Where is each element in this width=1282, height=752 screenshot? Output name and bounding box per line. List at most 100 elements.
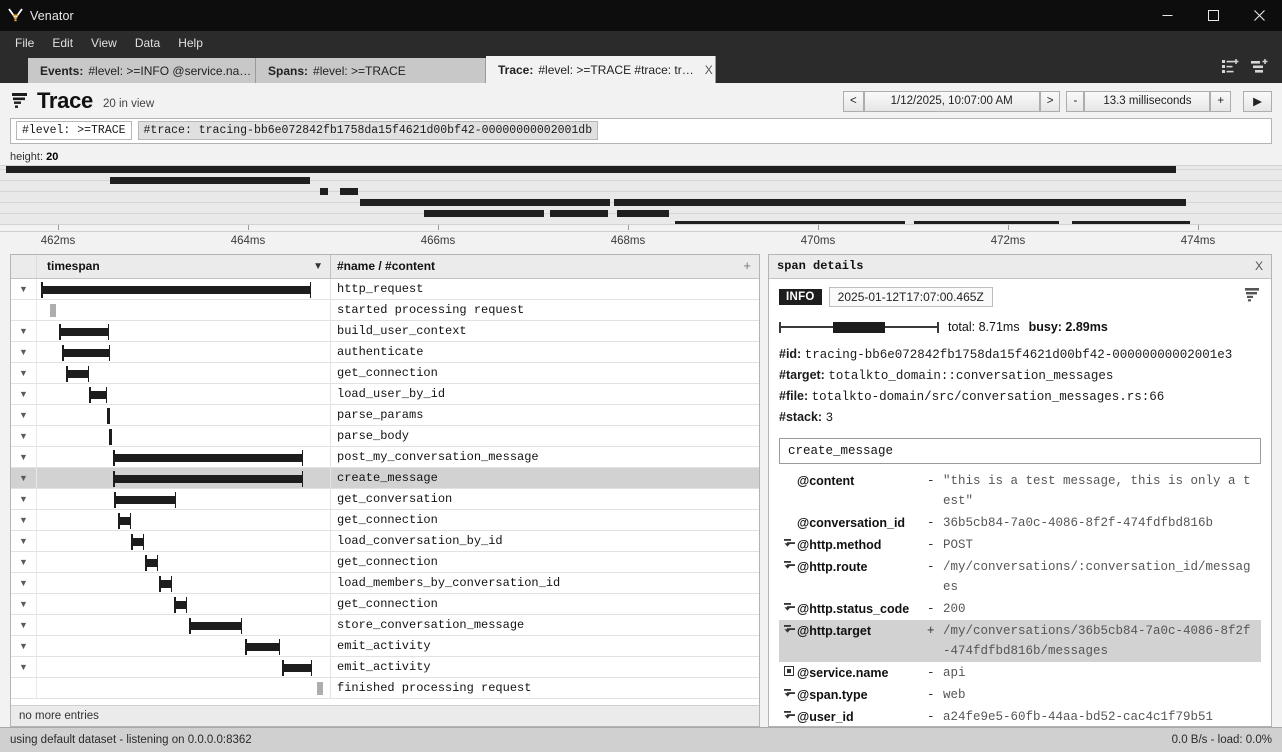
ruler-ticks <box>0 224 1282 232</box>
filter-bar[interactable]: #level: >=TRACE #trace: tracing-bb6e0728… <box>10 118 1272 144</box>
menu-edit[interactable]: Edit <box>43 33 82 53</box>
attribute-row[interactable]: @http.target + /my/conversations/36b5cb84-… <box>779 619 1261 662</box>
table-row[interactable]: ▼ get_conversation <box>11 488 759 510</box>
table-row[interactable]: ▼ load_conversation_by_id <box>11 530 759 552</box>
chevron-down-icon[interactable]: ▼ <box>11 551 37 572</box>
chevron-down-icon[interactable]: ▼ <box>11 425 37 446</box>
attribute-row[interactable]: @http.status_code -200 <box>779 598 1261 620</box>
filter-chip-level[interactable]: #level: >=TRACE <box>16 121 132 141</box>
sort-descending-icon[interactable]: ▼ <box>313 261 323 272</box>
tab-spans-prefix: Spans: <box>268 63 309 78</box>
table-row[interactable]: ▼ http_request <box>11 278 759 300</box>
chevron-down-icon[interactable]: ▼ <box>11 362 37 383</box>
zoom-in-button[interactable]: + <box>1210 90 1232 112</box>
attribute-row[interactable]: @user_id - a24fe9e5-60fb-44aa-bd52-cac4c1f… <box>779 706 1261 726</box>
chevron-down-icon[interactable]: ▼ <box>11 593 37 614</box>
add-column-icon[interactable]: + <box>743 258 751 273</box>
close-button[interactable] <box>1236 0 1282 31</box>
span-details-close-icon[interactable]: X <box>1255 259 1263 273</box>
new-spans-tab-icon[interactable] <box>1251 59 1268 80</box>
table-row[interactable]: ▼ build_user_context <box>11 320 759 342</box>
tab-trace-close-icon[interactable]: X <box>705 63 713 77</box>
attribute-row[interactable]: @content - "this is a test message, this i… <box>779 470 1261 512</box>
trace-icon[interactable] <box>1245 287 1261 308</box>
menu-file[interactable]: File <box>6 33 43 53</box>
chevron-down-icon[interactable]: ▼ <box>11 320 37 341</box>
attribute-key: @http.status_code <box>797 601 910 616</box>
table-row[interactable]: ▼ get_connection <box>11 362 759 384</box>
duration-zoom: - 13.3 milliseconds + <box>1066 90 1232 112</box>
span-details-body: INFO 2025-01-12T17:07:00.465Z total: 8.7… <box>769 279 1271 726</box>
prev-time-button[interactable]: < <box>842 90 864 112</box>
table-row[interactable]: ▼ authenticate <box>11 341 759 363</box>
tab-events[interactable]: Events: #level: >=INFO @service.na… <box>28 58 256 83</box>
chevron-down-icon[interactable]: ▼ <box>11 383 37 404</box>
chevron-down-icon[interactable]: ▼ <box>11 509 37 530</box>
status-bar: using default dataset - listening on 0.0… <box>0 727 1282 752</box>
play-button[interactable]: ▶ <box>1243 90 1272 112</box>
chevron-down-icon[interactable]: ▼ <box>11 488 37 509</box>
chevron-down-icon[interactable]: ▼ <box>11 278 37 299</box>
menu-data[interactable]: Data <box>126 33 169 53</box>
table-row[interactable]: ▼ post_my_conversation_message <box>11 446 759 468</box>
minimap-bar <box>340 187 358 195</box>
span-details-panel: span details X INFO 2025-01-12T17:07:00.… <box>768 253 1272 727</box>
timestamp-display[interactable]: 1/12/2025, 10:07:00 AM <box>863 90 1040 112</box>
chevron-down-icon[interactable]: ▼ <box>11 635 37 656</box>
maximize-button[interactable] <box>1190 0 1236 31</box>
attribute-row[interactable]: @service.name - api <box>779 662 1261 684</box>
table-row[interactable]: ▼ emit_activity <box>11 635 759 657</box>
row-spacer <box>11 299 37 320</box>
table-row[interactable]: ▼ emit_activity <box>11 656 759 678</box>
column-header-name-content[interactable]: #name / #content + <box>331 255 759 278</box>
table-row[interactable]: ▼ parse_params <box>11 404 759 426</box>
chevron-down-icon[interactable]: ▼ <box>11 530 37 551</box>
duration-display[interactable]: 13.3 milliseconds <box>1084 90 1211 112</box>
chevron-down-icon[interactable]: ▼ <box>11 341 37 362</box>
menu-help[interactable]: Help <box>169 33 212 53</box>
attribute-separator: - <box>927 601 935 616</box>
table-row[interactable]: started processing request <box>11 299 759 321</box>
span-bar-cap <box>174 596 176 613</box>
next-time-button[interactable]: > <box>1039 90 1061 112</box>
table-row[interactable]: ▼ get_connection <box>11 593 759 615</box>
new-events-tab-icon[interactable] <box>1222 59 1239 80</box>
attribute-value: /my/conversations/:conversation_id/messa… <box>943 559 1251 594</box>
table-row[interactable]: ▼ store_conversation_message <box>11 614 759 636</box>
attribute-row[interactable]: @conversation_id -36b5cb84-7a0c-4086-8f2f… <box>779 512 1261 534</box>
attribute-row[interactable]: @span.type - web <box>779 684 1261 706</box>
span-bar <box>62 348 110 357</box>
tab-spans[interactable]: Spans: #level: >=TRACE <box>256 58 486 83</box>
chevron-down-icon[interactable]: ▼ <box>11 656 37 677</box>
column-header-timespan[interactable]: timespan ▼ <box>37 254 331 278</box>
table-row[interactable]: ▼ create_message <box>11 467 759 489</box>
chevron-down-icon[interactable]: ▼ <box>11 404 37 425</box>
table-row[interactable]: ▼ get_connection <box>11 509 759 531</box>
chevron-down-icon[interactable]: ▼ <box>11 572 37 593</box>
zoom-out-button[interactable]: - <box>1066 90 1085 112</box>
attribute-row[interactable]: @http.route -/my/conversations/:conversat… <box>779 556 1261 598</box>
span-timestamp[interactable]: 2025-01-12T17:07:00.465Z <box>828 287 993 308</box>
attribute-search-input[interactable]: create_message <box>779 437 1261 464</box>
minimap-graph[interactable] <box>0 164 1282 225</box>
filter-chip-trace[interactable]: #trace: tracing-bb6e072842fb1758da15f462… <box>137 121 599 141</box>
metadata-value: totalkto_domain::conversation_messages <box>828 368 1114 383</box>
table-row[interactable]: ▼ load_user_by_id <box>11 383 759 405</box>
menu-bar: File Edit View Data Help <box>0 31 1282 54</box>
chevron-down-icon[interactable]: ▼ <box>11 446 37 467</box>
chevron-down-icon[interactable]: ▼ <box>11 467 37 488</box>
span-name-cell: get_connection <box>337 554 438 569</box>
minimize-button[interactable] <box>1144 0 1190 31</box>
chevron-down-icon[interactable]: ▼ <box>11 614 37 635</box>
menu-view[interactable]: View <box>82 33 126 53</box>
tab-trace[interactable]: Trace: #level: >=TRACE #trace: tr… X <box>486 56 716 83</box>
ruler-tick-mark <box>628 224 629 230</box>
span-name-cell: authenticate <box>337 344 424 359</box>
table-row[interactable]: ▼ load_members_by_conversation_id <box>11 572 759 594</box>
attribute-row[interactable]: @http.method - POST <box>779 534 1261 556</box>
metadata-row: #target: totalkto_domain::conversation_m… <box>779 365 1261 386</box>
table-row[interactable]: ▼ get_connection <box>11 551 759 573</box>
table-row[interactable]: finished processing request <box>11 677 759 699</box>
attribute-separator: - <box>927 559 935 574</box>
table-row[interactable]: ▼ parse_body <box>11 425 759 447</box>
